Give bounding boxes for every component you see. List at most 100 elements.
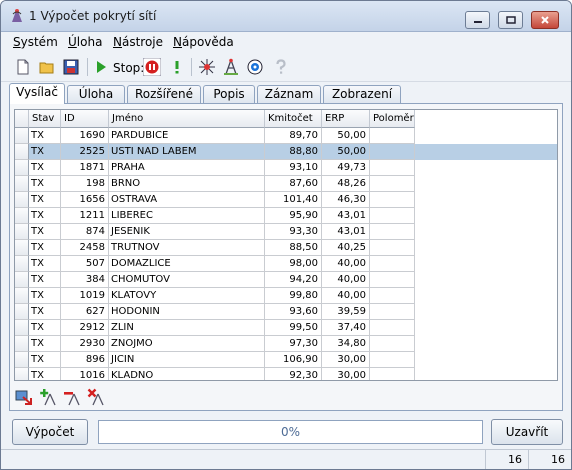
cell-erp: 46,30 — [322, 192, 370, 208]
cell-stav: TX — [29, 176, 61, 192]
table-row[interactable]: TX 2525 USTI NAD LABEM 88,80 50,00 — [15, 144, 557, 160]
table-row[interactable]: TX 627 HODONIN 93,60 39,59 — [15, 304, 557, 320]
table-row[interactable]: TX 384 CHOMUTOV 94,20 40,00 — [15, 272, 557, 288]
cell-polomer — [370, 304, 415, 320]
table-row[interactable]: TX 507 DOMAZLICE 98,00 40,00 — [15, 256, 557, 272]
cell-stav: TX — [29, 272, 61, 288]
minimize-button[interactable] — [465, 11, 490, 29]
app-icon — [12, 9, 22, 22]
cell-id: 1019 — [61, 288, 109, 304]
row-header[interactable] — [15, 288, 29, 304]
row-header[interactable] — [15, 176, 29, 192]
table-row[interactable]: TX 2912 ZLIN 99,50 37,40 — [15, 320, 557, 336]
table-row[interactable]: TX 1016 KLADNO 92,30 30,00 — [15, 368, 557, 380]
save-button[interactable] — [61, 57, 81, 77]
cell-kmitocet: 94,20 — [265, 272, 322, 288]
new-button[interactable] — [13, 57, 33, 77]
table-row[interactable]: TX 896 JICIN 106,90 30,00 — [15, 352, 557, 368]
cell-jmeno: LIBEREC — [109, 208, 265, 224]
compute-button[interactable]: Výpočet — [12, 419, 88, 445]
run-button[interactable] — [91, 57, 111, 77]
table-row[interactable]: TX 1871 PRAHA 93,10 49,73 — [15, 160, 557, 176]
exclamation-icon — [175, 61, 179, 74]
column-header-polomer[interactable]: Poloměr — [370, 110, 415, 128]
column-header-jmeno[interactable]: Jméno — [109, 110, 265, 128]
row-header[interactable] — [15, 144, 29, 160]
status-bar: 16 16 — [1, 449, 571, 469]
tab-zobrazeni[interactable]: Zobrazení — [323, 85, 401, 103]
table-row[interactable]: TX 2930 ZNOJMO 97,30 34,80 — [15, 336, 557, 352]
row-header[interactable] — [15, 336, 29, 352]
row-header[interactable] — [15, 128, 29, 144]
toolbar-separator — [191, 58, 192, 76]
maximize-button[interactable] — [498, 11, 523, 29]
table-row[interactable]: TX 1656 OSTRAVA 101,40 46,30 — [15, 192, 557, 208]
row-header[interactable] — [15, 192, 29, 208]
menu-help[interactable]: Nápověda — [173, 35, 234, 49]
table-row[interactable]: TX 874 JESENIK 93,30 43,01 — [15, 224, 557, 240]
column-header-kmitocet[interactable]: Kmitočet — [265, 110, 322, 128]
column-header-id[interactable]: ID — [61, 110, 109, 128]
row-header[interactable] — [15, 368, 29, 380]
cell-id: 2458 — [61, 240, 109, 256]
table-row[interactable]: TX 2458 TRUTNOV 88,50 40,25 — [15, 240, 557, 256]
cell-erp: 39,59 — [322, 304, 370, 320]
row-header[interactable] — [15, 272, 29, 288]
cell-polomer — [370, 256, 415, 272]
cell-erp: 40,00 — [322, 272, 370, 288]
remove-row-button[interactable] — [62, 387, 82, 407]
close-window-button[interactable] — [531, 11, 559, 29]
menu-tools[interactable]: Nástroje — [113, 35, 163, 49]
progress-text: 0% — [280, 425, 301, 439]
import-button[interactable] — [14, 387, 34, 407]
row-header[interactable] — [15, 160, 29, 176]
close-button[interactable]: Uzavřít — [491, 419, 563, 445]
minimize-icon — [473, 21, 482, 23]
transmitter-table[interactable]: Stav ID Jméno Kmitočet ERP Poloměr TX 169… — [14, 109, 558, 381]
row-header[interactable] — [15, 224, 29, 240]
tab-vysilac[interactable]: Vysílač — [9, 83, 65, 104]
add-row-button[interactable] — [38, 387, 58, 407]
map-icon — [247, 59, 263, 75]
table-row[interactable]: TX 198 BRNO 87,60 48,26 — [15, 176, 557, 192]
cell-polomer — [370, 336, 415, 352]
table-row[interactable]: TX 1690 PARDUBICE 89,70 50,00 — [15, 128, 557, 144]
warning-button[interactable] — [167, 57, 187, 77]
map-button[interactable] — [245, 57, 265, 77]
cell-erp: 49,73 — [322, 160, 370, 176]
tab-rozsirene[interactable]: Rozšířené — [127, 85, 201, 103]
cell-id: 896 — [61, 352, 109, 368]
cell-jmeno: KLADNO — [109, 368, 265, 380]
table-row[interactable]: TX 1211 LIBEREC 95,90 43,01 — [15, 208, 557, 224]
row-header[interactable] — [15, 320, 29, 336]
cell-kmitocet: 88,80 — [265, 144, 322, 160]
column-header-erp[interactable]: ERP — [322, 110, 370, 128]
app-window: 1 Výpočet pokrytí sítí Systém Úloha Nást… — [0, 0, 572, 470]
tab-zaznam[interactable]: Záznam — [257, 85, 321, 103]
cell-polomer — [370, 208, 415, 224]
antenna-icon — [224, 58, 238, 75]
tab-popis[interactable]: Popis — [203, 85, 255, 103]
menu-bar: Systém Úloha Nástroje Nápověda — [1, 32, 571, 52]
help-button[interactable] — [271, 57, 291, 77]
tab-uloha[interactable]: Úloha — [67, 85, 125, 103]
add-transmitter-icon — [40, 389, 56, 406]
cell-stav: TX — [29, 320, 61, 336]
menu-task[interactable]: Úloha — [68, 35, 102, 49]
column-header-stav[interactable]: Stav — [29, 110, 61, 128]
delete-row-button[interactable] — [86, 387, 106, 407]
cell-id: 2912 — [61, 320, 109, 336]
row-header[interactable] — [15, 240, 29, 256]
play-icon — [97, 61, 106, 73]
open-button[interactable] — [37, 57, 57, 77]
row-header[interactable] — [15, 256, 29, 272]
transmitter-button[interactable] — [197, 57, 217, 77]
row-header[interactable] — [15, 208, 29, 224]
menu-system[interactable]: Systém — [13, 35, 58, 49]
antenna-button[interactable] — [221, 57, 241, 77]
cell-id: 627 — [61, 304, 109, 320]
stop-button[interactable] — [142, 57, 162, 77]
row-header[interactable] — [15, 352, 29, 368]
table-row[interactable]: TX 1019 KLATOVY 99,80 40,00 — [15, 288, 557, 304]
row-header[interactable] — [15, 304, 29, 320]
